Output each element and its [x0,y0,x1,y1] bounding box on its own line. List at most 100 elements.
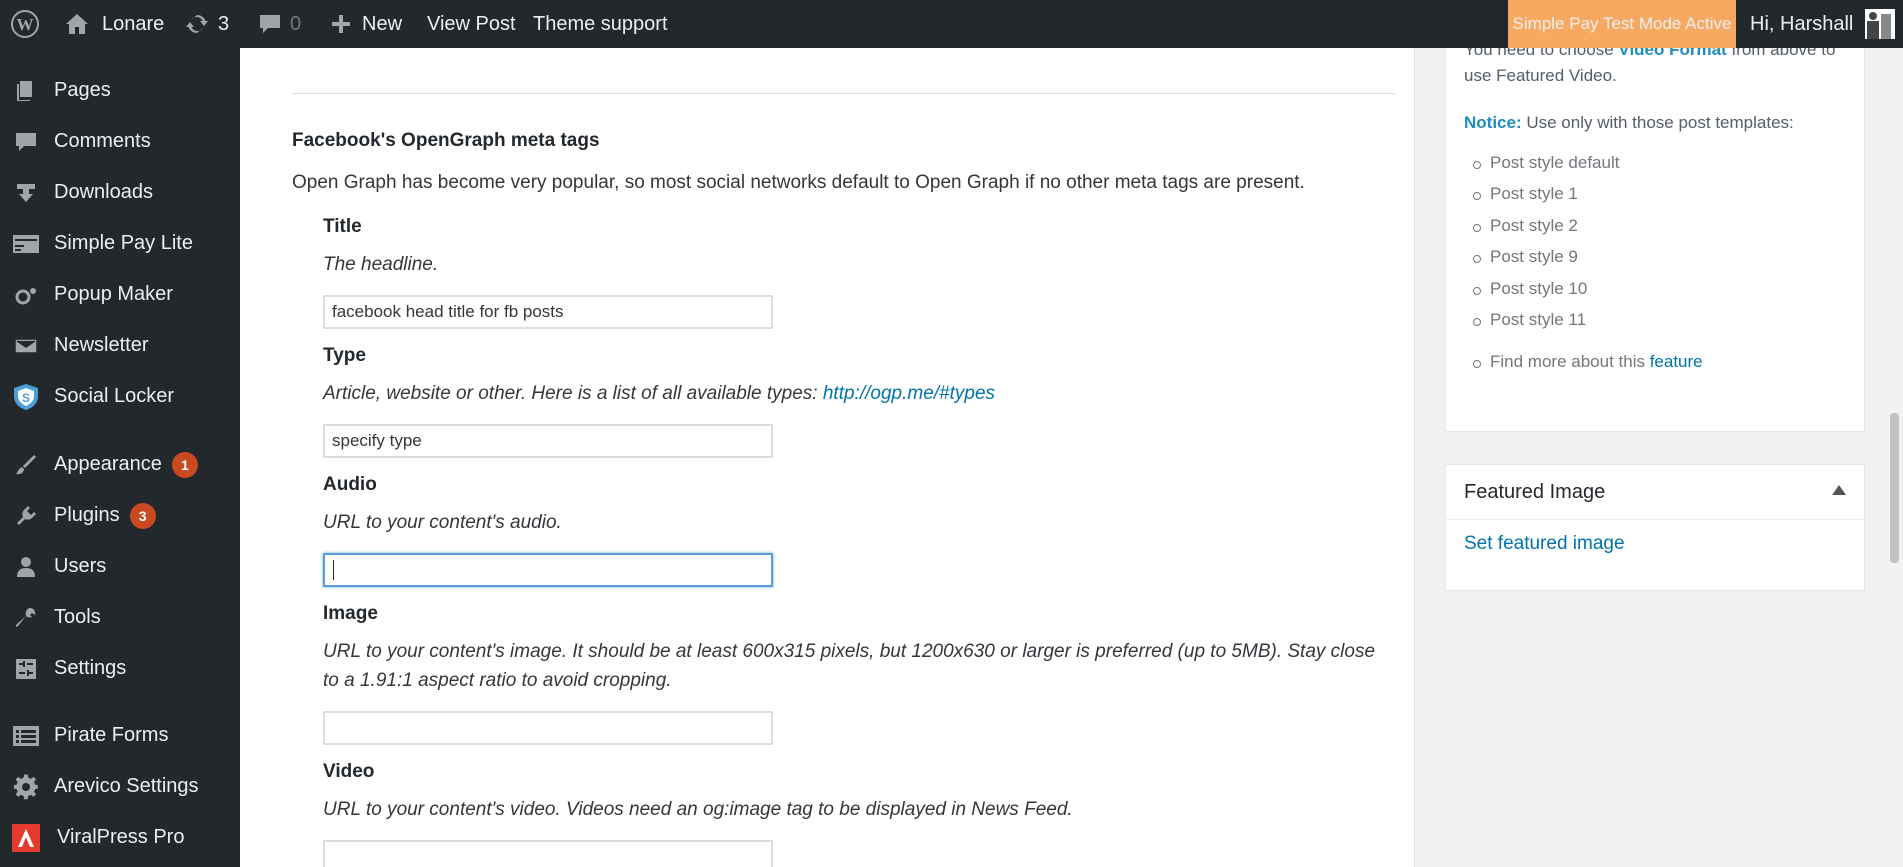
sidebar-item-label: Comments [54,130,151,152]
new-label: New [362,12,403,35]
comment-bubble-icon [260,15,280,33]
sidebar-item-label: Plugins 3 [54,502,156,529]
updates-count: 3 [218,12,230,35]
title-field-help: The headline. [323,254,439,275]
svg-text:W: W [17,15,34,34]
comments-count: 0 [290,12,302,35]
og-video-input[interactable] [323,840,773,867]
updates-link[interactable]: 3 [184,0,229,48]
sidebar-item-users[interactable]: Users [0,541,240,592]
svg-text:S: S [22,391,30,405]
wordpress-logo-icon[interactable]: W [10,0,40,48]
comments-link[interactable]: 0 [258,0,301,48]
shield-icon: S [12,383,40,411]
plugin-icon [12,502,40,530]
sidebar-item-settings[interactable]: Settings [0,643,240,694]
paintbrush-icon [12,451,40,479]
video-field-help: URL to your content's video. Videos need… [323,799,1073,820]
pages-icon [12,77,40,105]
list-item: Post style default [1472,153,1620,172]
list-item: Post style 1 [1473,184,1578,203]
refresh-icon [186,14,208,34]
admin-bar: W Lonare 3 0 New View Post Theme support… [0,0,1903,48]
og-type-input[interactable] [323,424,773,458]
og-audio-input[interactable] [323,553,773,587]
sidebar-item-label: Pages [54,79,111,101]
sidebar-item-label: Tools [54,606,101,628]
comments-icon [12,128,40,156]
sidebar-item-label: Simple Pay Lite [54,232,193,254]
featured-image-header[interactable]: Featured Image [1446,465,1864,520]
sidebar-item-label: Newsletter [54,334,149,356]
sidebar-item-partial[interactable] [0,48,240,65]
sidebar-item-label: Arevico Settings [54,775,199,797]
simple-pay-icon [12,230,40,258]
notice-text: Notice: Use only with those post templat… [1464,113,1794,132]
sidebar-item-label: Pirate Forms [54,724,169,746]
title-field-label: Title [323,216,362,237]
plus-icon [332,15,350,33]
sidebar-item-comments[interactable]: Comments [0,116,240,167]
test-mode-badge[interactable]: Simple Pay Test Mode Active [1508,0,1736,48]
sidebar-item-tools[interactable]: Tools [0,592,240,643]
greeting-label: Hi, Harshall [1750,12,1854,35]
image-field-help: URL to your content's image. It should b… [323,641,1376,691]
admin-sidebar-menu: Pages Comments Downloads Simple Pay Lite… [0,48,240,867]
featured-video-box: You need to choose Video Format from abo… [1445,40,1865,432]
wrench-icon [12,604,40,632]
site-name-link[interactable]: Lonare [64,0,164,48]
ogp-types-link[interactable]: http://ogp.me/#types [823,383,995,404]
popup-maker-icon [12,281,40,309]
sidebar-item-appearance[interactable]: Appearance 1 [0,439,240,490]
sidebar-item-pages[interactable]: Pages [0,65,240,116]
home-icon [66,14,88,34]
envelope-icon [12,332,40,360]
update-count-badge: 1 [171,451,198,478]
sidebar-item-plugins[interactable]: Plugins 3 [0,490,240,541]
viralpress-icon [12,823,40,852]
sidebar-item-arevico-settings[interactable]: Arevico Settings [0,761,240,812]
list-item: Post style 9 [1473,247,1578,266]
downloads-icon [12,179,40,207]
featured-image-box: Featured Image Set featured image [1445,464,1865,591]
sidebar-item-label: Downloads [54,181,153,203]
sidebar-item-label: Popup Maker [54,283,173,305]
sidebar-item-pirate-forms[interactable]: Pirate Forms [0,710,240,761]
set-featured-image-link[interactable]: Set featured image [1464,533,1625,555]
forms-icon [12,722,40,750]
collapse-arrow-icon[interactable] [1832,485,1846,495]
my-account-menu[interactable]: Hi, Harshall [1736,0,1903,48]
og-image-input[interactable] [323,711,773,745]
settings-icon [12,655,40,683]
feature-link[interactable]: feature [1650,352,1703,371]
scrollbar-thumb[interactable] [1890,413,1899,563]
user-icon [12,553,40,581]
section-title: Facebook's OpenGraph meta tags [292,130,600,151]
sidebar-item-downloads[interactable]: Downloads [0,167,240,218]
audio-field-help: URL to your content's audio. [323,512,562,533]
sidebar-item-label: Appearance 1 [54,451,198,478]
video-field-label: Video [323,761,375,782]
page-scrollbar[interactable] [1886,48,1903,867]
og-title-input[interactable] [323,295,773,329]
sidebar-item-label: ViralPress Pro [57,826,185,848]
view-post-link[interactable]: View Post [427,0,516,48]
sidebar-item-popup-maker[interactable]: Popup Maker [0,269,240,320]
list-item: Find more about this feature [1473,352,1703,371]
gear-icon [12,773,40,801]
list-item: Post style 2 [1473,216,1578,235]
text-cursor [333,560,334,580]
sidebar-item-newsletter[interactable]: Newsletter [0,320,240,371]
featured-image-title: Featured Image [1464,480,1606,503]
theme-support-link[interactable]: Theme support [533,0,668,48]
image-field-label: Image [323,603,378,624]
sidebar-item-label: Users [54,555,107,577]
new-content-link[interactable]: New [330,0,402,48]
sidebar-item-simple-pay-lite[interactable]: Simple Pay Lite [0,218,240,269]
sidebar-item-social-locker[interactable]: S Social Locker [0,371,240,422]
sidebar-item-label: Settings [54,657,127,679]
section-description: Open Graph has become very popular, so m… [292,172,1305,193]
sidebar-item-viralpress-pro[interactable]: ViralPress Pro [0,812,240,863]
list-item: Post style 11 [1472,310,1587,329]
divider [292,93,1395,94]
